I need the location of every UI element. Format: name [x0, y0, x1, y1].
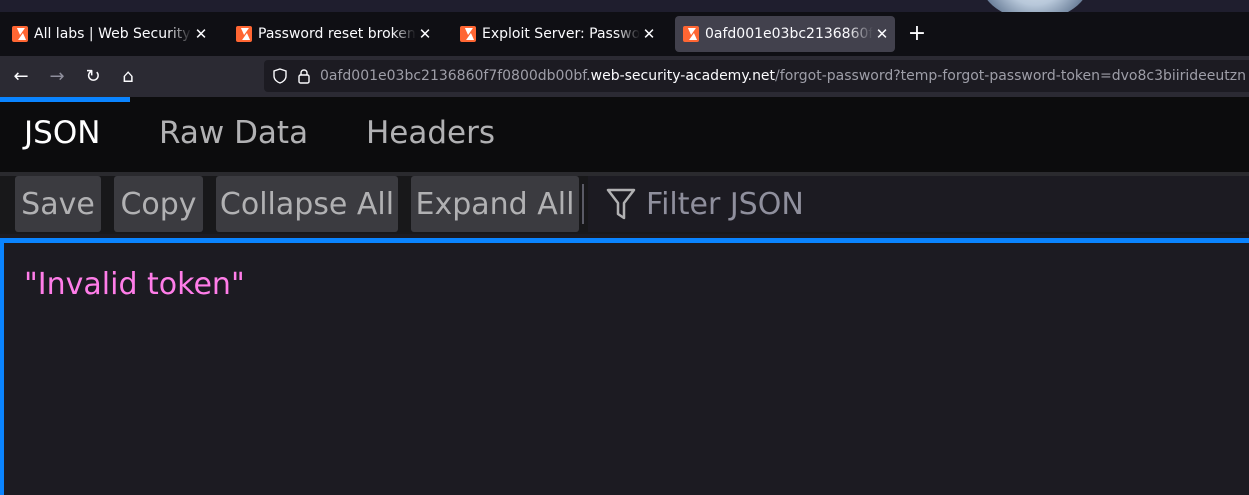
toolbar-separator	[582, 184, 584, 224]
browser-tab-password-reset[interactable]: Password reset broken logic ✕	[228, 16, 438, 52]
reload-icon[interactable]: ↻	[80, 64, 106, 90]
web-security-academy-icon	[236, 26, 252, 42]
url-path: /forgot-password?temp-forgot-password-to…	[775, 68, 1246, 84]
navigation-bar: ← → ↻ ⌂ 0afd001e03bc2136860f7f0800db00bf…	[0, 56, 1249, 97]
web-security-academy-icon	[683, 26, 699, 42]
browser-tab-exploit-server[interactable]: Exploit Server: Password reset broken lo…	[452, 16, 662, 52]
new-tab-button[interactable]: +	[904, 20, 930, 48]
web-security-academy-icon	[460, 26, 476, 42]
json-string-value: "Invalid token"	[24, 267, 245, 302]
forward-arrow-icon[interactable]: →	[44, 64, 70, 90]
web-security-academy-icon	[12, 26, 28, 42]
json-viewer-tabs: JSON Raw Data Headers	[0, 97, 1249, 172]
close-icon[interactable]: ✕	[640, 25, 658, 43]
browser-tab-bar: All labs | Web Security Academy ✕ Passwo…	[0, 12, 1249, 56]
browser-tab-active[interactable]: 0afd001e03bc2136860f7f0800db00bf.web-sec…	[675, 16, 895, 52]
tab-title: Exploit Server: Password reset broken lo…	[482, 26, 640, 42]
background-moon-image	[980, 0, 1090, 12]
copy-button[interactable]: Copy	[114, 176, 203, 232]
tab-title: Password reset broken logic	[258, 26, 416, 42]
json-toolbar: Save Copy Collapse All Expand All Filter…	[0, 176, 1249, 234]
home-icon[interactable]: ⌂	[115, 64, 141, 90]
lock-icon[interactable]	[292, 64, 316, 88]
tab-title: 0afd001e03bc2136860f7f0800db00bf.web-sec…	[705, 26, 873, 42]
page-load-progress	[0, 97, 130, 102]
window-top-strip	[0, 0, 1249, 12]
tab-headers[interactable]: Headers	[366, 115, 495, 151]
save-button[interactable]: Save	[15, 176, 101, 232]
close-icon[interactable]: ✕	[192, 25, 210, 43]
filter-json-placeholder[interactable]: Filter JSON	[646, 187, 804, 222]
shield-icon[interactable]	[268, 64, 292, 88]
collapse-all-button[interactable]: Collapse All	[216, 176, 398, 232]
filter-icon	[606, 188, 636, 220]
tab-raw-data[interactable]: Raw Data	[159, 115, 308, 151]
expand-all-button[interactable]: Expand All	[411, 176, 579, 232]
address-bar[interactable]: 0afd001e03bc2136860f7f0800db00bf.web-sec…	[264, 60, 1249, 92]
browser-tab-all-labs[interactable]: All labs | Web Security Academy ✕	[4, 16, 214, 52]
url-subdomain: 0afd001e03bc2136860f7f0800db00bf.	[320, 68, 591, 84]
url-host: web-security-academy.net	[590, 68, 776, 84]
tab-title: All labs | Web Security Academy	[34, 26, 192, 42]
url-text[interactable]: 0afd001e03bc2136860f7f0800db00bf.web-sec…	[320, 68, 1246, 84]
filter-json-field[interactable]: Filter JSON	[588, 176, 1249, 232]
tab-json[interactable]: JSON	[24, 115, 100, 151]
close-icon[interactable]: ✕	[416, 25, 434, 43]
back-arrow-icon[interactable]: ←	[8, 64, 34, 90]
json-content-panel[interactable]: "Invalid token"	[4, 243, 1249, 495]
close-icon[interactable]: ✕	[873, 25, 891, 43]
